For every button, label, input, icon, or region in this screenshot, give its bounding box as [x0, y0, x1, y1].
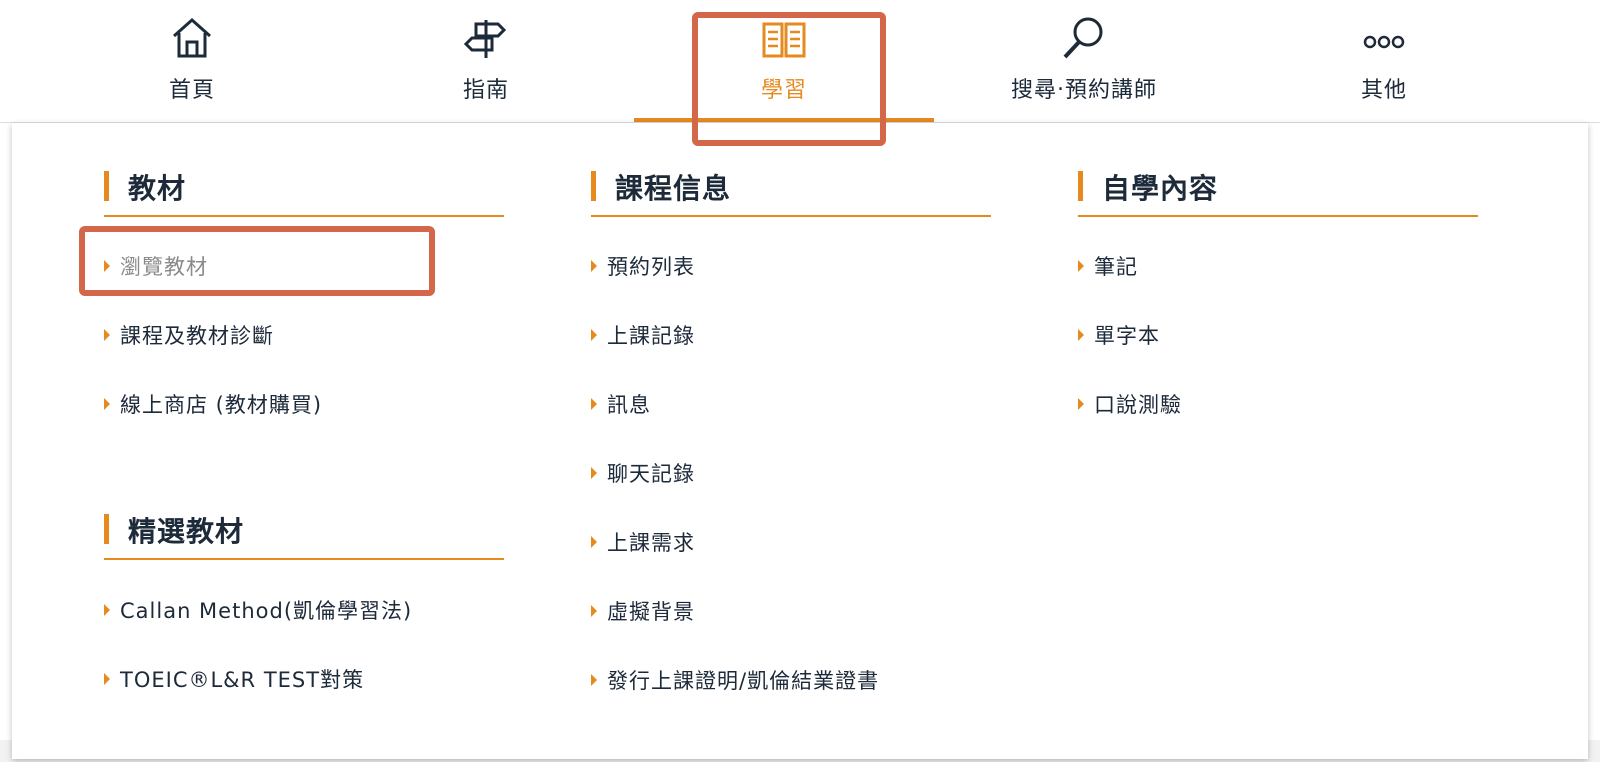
arrow-icon [591, 260, 597, 272]
link-text: TOEIC®L&R TEST對策 [120, 668, 365, 692]
link-toeic[interactable]: TOEIC®L&R TEST對策 [104, 664, 364, 696]
more-icon [1360, 14, 1408, 62]
nav-label-study: 學習 [760, 78, 807, 103]
heading-accent-bar [104, 171, 109, 201]
link-certificate[interactable]: 發行上課證明/凱倫結業證書 [591, 665, 879, 697]
heading-accent-bar [104, 514, 109, 544]
link-virtual-background[interactable]: 虛擬背景 [591, 596, 695, 628]
nav-item-more[interactable]: 其他 [1234, 0, 1534, 122]
link-text: 課程及教材診斷 [120, 324, 274, 348]
link-text: 訊息 [607, 393, 651, 417]
top-navigation: 首頁 指南 學習 搜尋‧預約講師 其他 [0, 0, 1600, 123]
search-icon [1060, 14, 1108, 62]
link-callan-method[interactable]: Callan Method(凱倫學習法) [104, 595, 412, 627]
nav-item-search-tutor[interactable]: 搜尋‧預約講師 [934, 0, 1234, 122]
link-text: 虛擬背景 [607, 600, 695, 624]
nav-label-home: 首頁 [168, 78, 215, 103]
link-lesson-history[interactable]: 上課記錄 [591, 320, 695, 352]
section-heading-featured: 精選教材 [104, 508, 504, 560]
link-text: 聊天記錄 [607, 462, 695, 486]
link-messages[interactable]: 訊息 [591, 389, 651, 421]
link-text: Callan Method(凱倫學習法) [120, 599, 413, 623]
arrow-icon [104, 604, 110, 616]
home-icon [168, 14, 216, 62]
arrow-icon [104, 398, 110, 410]
arrow-icon [591, 398, 597, 410]
arrow-icon [1078, 398, 1084, 410]
link-notes[interactable]: 筆記 [1078, 251, 1138, 283]
nav-item-guide[interactable]: 指南 [336, 0, 636, 122]
link-text: 瀏覽教材 [120, 255, 208, 279]
link-text: 上課需求 [607, 531, 695, 555]
arrow-icon [1078, 329, 1084, 341]
heading-accent-bar [591, 171, 596, 201]
heading-text: 自學內容 [1102, 172, 1219, 205]
nav-label-guide: 指南 [462, 78, 509, 103]
arrow-icon [104, 260, 110, 272]
link-course-diagnosis[interactable]: 課程及教材診斷 [104, 320, 274, 352]
arrow-icon [104, 673, 110, 685]
link-speaking-test[interactable]: 口說測驗 [1078, 389, 1182, 421]
nav-item-study[interactable]: 學習 [634, 0, 934, 122]
study-dropdown-menu: 教材 瀏覽教材 課程及教材診斷 線上商店 (教材購買) 精選教材 Callan … [12, 123, 1588, 759]
link-browse-materials[interactable]: 瀏覽教材 [104, 251, 208, 283]
active-tab-underline [634, 118, 934, 122]
section-heading-self-study: 自學內容 [1078, 165, 1478, 217]
heading-text: 精選教材 [128, 515, 245, 548]
nav-label-more: 其他 [1360, 78, 1407, 103]
nav-item-home[interactable]: 首頁 [42, 0, 342, 122]
heading-text: 課程信息 [615, 172, 732, 205]
arrow-icon [591, 605, 597, 617]
section-heading-materials: 教材 [104, 165, 504, 217]
nav-label-search-tutor: 搜尋‧預約講師 [1011, 78, 1157, 103]
heading-accent-bar [1078, 171, 1083, 201]
link-text: 口說測驗 [1094, 393, 1182, 417]
arrow-icon [591, 467, 597, 479]
link-text: 預約列表 [607, 255, 695, 279]
arrow-icon [591, 329, 597, 341]
book-icon [760, 14, 808, 62]
link-vocabulary-book[interactable]: 單字本 [1078, 320, 1160, 352]
link-text: 上課記錄 [607, 324, 695, 348]
arrow-icon [104, 329, 110, 341]
link-chat-history[interactable]: 聊天記錄 [591, 458, 695, 490]
heading-text: 教材 [128, 172, 187, 205]
link-text: 發行上課證明/凱倫結業證書 [607, 669, 880, 693]
link-lesson-requests[interactable]: 上課需求 [591, 527, 695, 559]
link-reservation-list[interactable]: 預約列表 [591, 251, 695, 283]
link-text: 筆記 [1094, 255, 1138, 279]
arrow-icon [1078, 260, 1084, 272]
arrow-icon [591, 536, 597, 548]
section-heading-course-info: 課程信息 [591, 165, 991, 217]
link-online-store[interactable]: 線上商店 (教材購買) [104, 389, 322, 421]
signpost-icon [462, 14, 510, 62]
link-text: 單字本 [1094, 324, 1160, 348]
arrow-icon [591, 674, 597, 686]
link-text: 線上商店 (教材購買) [120, 393, 323, 417]
